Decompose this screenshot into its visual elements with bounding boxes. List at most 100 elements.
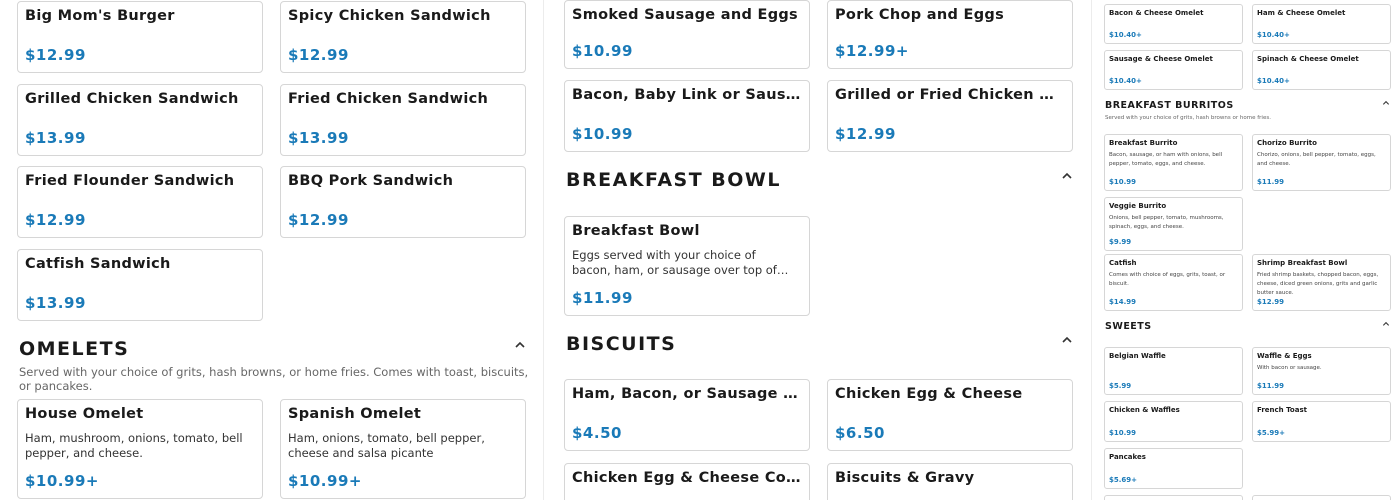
section-title-biscuits: BISCUITS — [566, 333, 677, 355]
item-name: Catfish Sandwich — [25, 256, 171, 272]
menu-item-card[interactable]: Breakfast Bowl Eggs served with your cho… — [564, 216, 810, 316]
item-price: $12.99 — [25, 46, 86, 64]
menu-item-card[interactable]: Waffle & Eggs With bacon or sausage. $11… — [1252, 347, 1391, 395]
menu-item-card[interactable]: Grilled Chicken Sandwich $13.99 — [17, 84, 263, 156]
menu-item-card[interactable]: Spanish Omelet Ham, onions, tomato, bell… — [280, 399, 526, 499]
menu-item-card[interactable]: Chicken & Waffles $10.99 — [1104, 401, 1243, 442]
menu-item-card[interactable]: Breakfast Burrito Bacon, sausage, or ham… — [1104, 134, 1243, 191]
item-price: $13.99 — [25, 129, 86, 147]
chevron-up-icon[interactable] — [1382, 99, 1390, 107]
item-price: $6.50 — [835, 424, 885, 442]
item-description: Ham, onions, tomato, bell pepper, cheese… — [288, 431, 485, 460]
item-name: Catfish — [1109, 259, 1137, 267]
item-price: $12.99 — [835, 125, 896, 143]
panel-divider — [1091, 0, 1092, 500]
menu-panel-left: Big Mom's Burger $12.99 Spicy Chicken Sa… — [0, 0, 540, 500]
item-name: Bacon & Cheese Omelet — [1109, 9, 1204, 17]
item-price: $10.99 — [572, 125, 633, 143]
item-description: Comes with choice of eggs, grits, toast,… — [1109, 272, 1226, 287]
menu-item-card[interactable]: Spinach & Cheese Omelet $10.40+ — [1252, 50, 1391, 90]
item-name: Veggie Burrito — [1109, 202, 1167, 210]
item-name: Grilled or Fried Chicken Breast and Eggs — [835, 87, 1065, 103]
menu-item-card[interactable]: Biscuits & Gravy — [827, 463, 1073, 500]
item-name: Grilled Chicken Sandwich — [25, 91, 239, 107]
menu-item-card[interactable]: Ham, Bacon, or Sausage Egg & Cheese $4.5… — [564, 379, 810, 451]
item-price: $11.99 — [1257, 382, 1285, 390]
menu-item-card[interactable]: Fried Chicken Sandwich $13.99 — [280, 84, 526, 156]
menu-item-card[interactable]: Fried Flounder Sandwich $12.99 — [17, 166, 263, 238]
menu-item-card[interactable]: BBQ Pork Sandwich $12.99 — [280, 166, 526, 238]
item-name: Pork Chop and Eggs — [835, 7, 1005, 23]
menu-item-card[interactable]: Chicken Egg & Cheese $6.50 — [827, 379, 1073, 451]
chevron-up-icon[interactable] — [1061, 334, 1073, 346]
item-price: $12.99+ — [835, 42, 909, 60]
item-name: Spicy Chicken Sandwich — [288, 8, 491, 24]
item-price: $5.69+ — [1109, 476, 1138, 484]
item-description: With bacon or sausage. — [1257, 365, 1322, 371]
item-price: $13.99 — [25, 294, 86, 312]
menu-item-card[interactable]: Catfish Comes with choice of eggs, grits… — [1104, 254, 1243, 311]
item-price: $10.99+ — [288, 472, 362, 490]
item-name: BBQ Pork Sandwich — [288, 173, 454, 189]
section-title-sweets: SWEETS — [1105, 321, 1152, 332]
item-price: $12.99 — [25, 211, 86, 229]
menu-item-card[interactable]: House Omelet Ham, mushroom, onions, toma… — [17, 399, 263, 499]
item-price: $10.99 — [572, 42, 633, 60]
menu-item-card[interactable]: Spicy Chicken Sandwich $12.99 — [280, 1, 526, 73]
menu-item-card[interactable]: Chicken Egg & Cheese Combo — [564, 463, 810, 500]
menu-item-card[interactable]: Shrimp Breakfast Bowl Fried shrimp baske… — [1252, 254, 1391, 311]
item-name: Big Mom's Burger — [25, 8, 175, 24]
menu-item-card[interactable]: Chorizo Burrito Chorizo, onions, bell pe… — [1252, 134, 1391, 191]
menu-item-card[interactable]: Bacon & Cheese Omelet $10.40+ — [1104, 4, 1243, 44]
item-price: $5.99+ — [1257, 429, 1286, 437]
item-name: Fried Flounder Sandwich — [25, 173, 235, 189]
item-name: Chicken & Waffles — [1109, 406, 1180, 414]
item-name: Biscuits & Gravy — [835, 470, 975, 486]
item-name: Shrimp Breakfast Bowl — [1257, 259, 1348, 267]
item-price: $10.40+ — [1257, 31, 1290, 39]
menu-item-card[interactable]: Pork Chop and Eggs $12.99+ — [827, 0, 1073, 69]
item-name: Ham & Cheese Omelet — [1257, 9, 1346, 17]
section-subtitle: Served with your choice of grits, hash b… — [19, 365, 529, 393]
item-name: Pancakes — [1109, 453, 1146, 461]
item-price: $11.99 — [1257, 178, 1285, 186]
menu-item-card[interactable]: Big Mom's Burger $12.99 — [17, 1, 263, 73]
item-name: Sausage & Cheese Omelet — [1109, 55, 1213, 63]
item-price: $14.99 — [1109, 298, 1137, 306]
menu-item-card[interactable]: Catfish Sandwich $13.99 — [17, 249, 263, 321]
item-name: Chicken Egg & Cheese — [835, 386, 1023, 402]
menu-item-card[interactable]: Bacon, Baby Link or Sausage Patty and Eg… — [564, 80, 810, 152]
section-title-omelets: OMELETS — [19, 338, 130, 360]
item-name: Breakfast Bowl — [572, 223, 700, 239]
menu-item-card[interactable] — [1252, 495, 1391, 500]
menu-panel-right: Bacon & Cheese Omelet $10.40+ Ham & Chee… — [1096, 0, 1400, 500]
item-description: Fried shrimp baskets, chopped bacon, egg… — [1257, 272, 1379, 296]
panel-divider — [543, 0, 544, 500]
chevron-up-icon[interactable] — [1382, 320, 1390, 328]
item-price: $10.40+ — [1109, 77, 1142, 85]
menu-item-card[interactable] — [1104, 495, 1243, 500]
menu-item-card[interactable]: Belgian Waffle $5.99 — [1104, 347, 1243, 395]
item-description: Chorizo, onions, bell pepper, tomato, eg… — [1257, 152, 1376, 167]
menu-item-card[interactable]: Ham & Cheese Omelet $10.40+ — [1252, 4, 1391, 44]
chevron-up-icon[interactable] — [514, 339, 526, 351]
item-name: Ham, Bacon, or Sausage Egg & Cheese — [572, 386, 802, 402]
item-description: Eggs served with your choice of bacon, h… — [572, 248, 777, 277]
menu-item-card[interactable]: Smoked Sausage and Eggs $10.99 — [564, 0, 810, 69]
item-price: $12.99 — [288, 46, 349, 64]
section-title-breakfast-burritos: BREAKFAST BURRITOS — [1105, 100, 1234, 111]
item-price: $4.50 — [572, 424, 622, 442]
menu-item-card[interactable]: Grilled or Fried Chicken Breast and Eggs… — [827, 80, 1073, 152]
menu-item-card[interactable]: Pancakes $5.69+ — [1104, 448, 1243, 489]
item-name: Waffle & Eggs — [1257, 352, 1312, 360]
item-name: Fried Chicken Sandwich — [288, 91, 489, 107]
menu-item-card[interactable]: Sausage & Cheese Omelet $10.40+ — [1104, 50, 1243, 90]
section-subtitle: Served with your choice of grits, hash b… — [1105, 115, 1271, 121]
chevron-up-icon[interactable] — [1061, 170, 1073, 182]
item-price: $12.99 — [1257, 298, 1285, 306]
menu-item-card[interactable]: Veggie Burrito Onions, bell pepper, toma… — [1104, 197, 1243, 251]
item-name: Smoked Sausage and Eggs — [572, 7, 798, 23]
menu-item-card[interactable]: French Toast $5.99+ — [1252, 401, 1391, 442]
item-name: Breakfast Burrito — [1109, 139, 1178, 147]
item-price: $10.99+ — [25, 472, 99, 490]
